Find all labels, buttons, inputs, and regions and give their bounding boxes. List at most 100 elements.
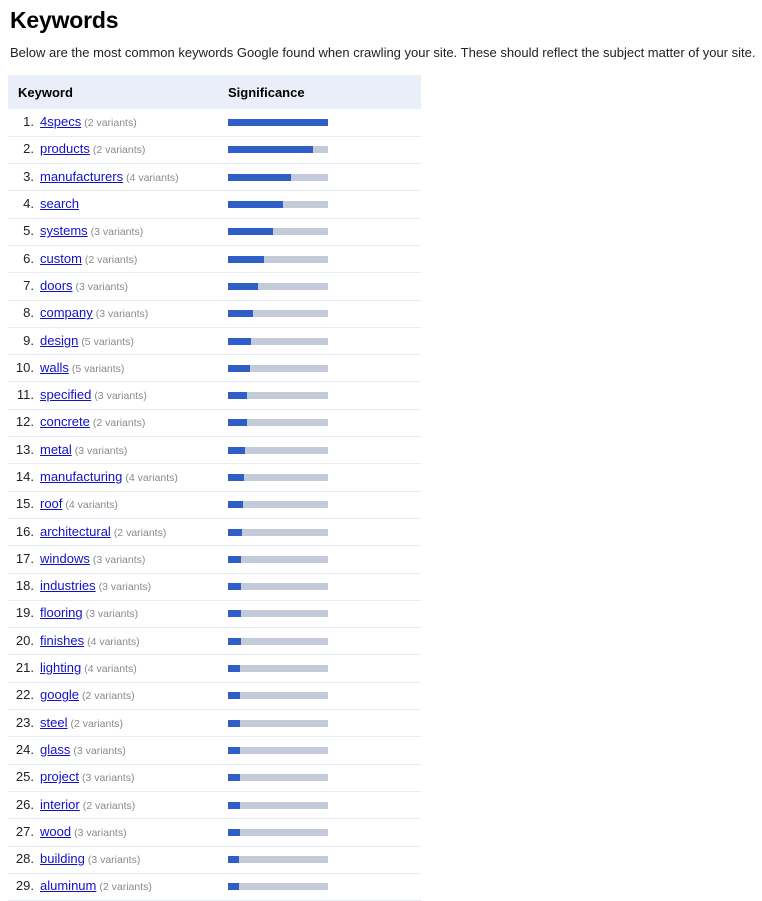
keyword-link[interactable]: windows xyxy=(40,551,90,566)
row-rank: 6. xyxy=(23,250,34,266)
significance-bar-fill xyxy=(228,746,240,754)
keyword-link[interactable]: roof xyxy=(40,496,62,511)
significance-bar-fill xyxy=(228,610,241,618)
significance-bar-track xyxy=(228,719,328,727)
keyword-cell: 24. glass (3 variants) xyxy=(8,737,218,764)
keyword-cell: 8. company (3 variants) xyxy=(8,300,218,327)
significance-bar-fill xyxy=(228,201,283,209)
page-title: Keywords xyxy=(10,7,119,33)
keyword-link[interactable]: lighting xyxy=(40,660,81,675)
significance-bar-fill xyxy=(228,774,240,782)
keyword-link[interactable]: specified xyxy=(40,387,91,402)
significance-cell xyxy=(218,218,421,245)
keyword-variants-count: (3 variants) xyxy=(74,826,127,839)
significance-bar-fill xyxy=(228,228,273,236)
table-row: 21. lighting (4 variants) xyxy=(8,655,421,683)
significance-cell xyxy=(218,737,421,764)
table-row: 14. manufacturing (4 variants) xyxy=(8,464,421,492)
table-row: 9. design (5 variants) xyxy=(8,327,421,355)
row-rank: 7. xyxy=(23,277,34,293)
keyword-variants-count: (3 variants) xyxy=(74,444,128,457)
table-body: 1. 4specs (2 variants) 2. products (2 varia… xyxy=(8,109,421,901)
keyword-link[interactable]: search xyxy=(40,196,79,211)
table-row: 11. specified (3 variants) xyxy=(8,382,421,410)
significance-cell xyxy=(218,300,421,327)
keyword-link[interactable]: flooring xyxy=(40,605,83,620)
keyword-cell: 9. design (5 variants) xyxy=(8,327,218,354)
table-row: 4. search xyxy=(8,191,421,219)
keyword-link[interactable]: aluminum xyxy=(40,878,96,893)
keyword-link[interactable]: metal xyxy=(40,442,72,457)
significance-bar-fill xyxy=(228,883,239,891)
row-rank: 11. xyxy=(16,387,34,403)
row-rank: 3. xyxy=(23,168,34,184)
row-rank: 13. xyxy=(15,441,34,457)
keyword-variants-count: (4 variants) xyxy=(87,635,140,648)
keyword-link[interactable]: 4specs xyxy=(40,114,81,129)
keyword-link[interactable]: company xyxy=(40,305,93,320)
keyword-link[interactable]: google xyxy=(40,687,79,702)
significance-bar-track xyxy=(228,146,328,154)
significance-cell xyxy=(218,245,421,272)
significance-bar-track xyxy=(228,446,328,454)
keyword-link[interactable]: walls xyxy=(40,360,69,375)
significance-bar-track xyxy=(228,255,328,263)
keyword-link[interactable]: systems xyxy=(40,223,88,238)
significance-cell xyxy=(218,491,421,518)
significance-bar-fill xyxy=(228,255,264,263)
significance-bar-track xyxy=(228,883,328,891)
keyword-link[interactable]: wood xyxy=(40,824,71,839)
keyword-cell: 11. specified (3 variants) xyxy=(8,382,218,409)
significance-bar-track xyxy=(228,201,328,209)
keyword-link[interactable]: finishes xyxy=(40,633,84,648)
keyword-link[interactable]: custom xyxy=(40,251,82,266)
keyword-link[interactable]: architectural xyxy=(40,524,111,539)
table-header: Keyword Significance xyxy=(8,75,421,109)
table-row: 24. glass (3 variants) xyxy=(8,737,421,765)
significance-bar-fill xyxy=(228,637,241,645)
row-rank: 4. xyxy=(23,196,34,212)
column-header-significance: Significance xyxy=(218,75,421,109)
significance-bar-track xyxy=(228,746,328,754)
keyword-variants-count: (3 variants) xyxy=(94,390,147,403)
significance-cell xyxy=(218,764,421,791)
keyword-link[interactable]: products xyxy=(40,141,90,156)
keyword-variants-count: (3 variants) xyxy=(85,608,139,621)
significance-bar-fill xyxy=(228,282,258,290)
keyword-link[interactable]: concrete xyxy=(40,414,90,429)
keyword-variants-count: (2 variants) xyxy=(92,417,146,430)
table-row: 16. architectural (2 variants) xyxy=(8,518,421,546)
keyword-cell: 5. systems (3 variants) xyxy=(8,218,218,245)
table-row: 19. flooring (3 variants) xyxy=(8,600,421,628)
keyword-link[interactable]: design xyxy=(40,333,78,348)
table-row: 18. industries (3 variants) xyxy=(8,573,421,601)
significance-bar-fill xyxy=(228,392,247,400)
significance-cell xyxy=(218,846,421,873)
page-description: Below are the most common keywords Googl… xyxy=(10,45,756,60)
keyword-link[interactable]: glass xyxy=(40,742,70,757)
keyword-link[interactable]: manufacturers xyxy=(40,169,123,184)
significance-bar-fill xyxy=(228,692,240,700)
significance-cell xyxy=(218,819,421,846)
table-row: 28. building (3 variants) xyxy=(8,846,421,874)
keyword-link[interactable]: steel xyxy=(40,715,67,730)
keyword-link[interactable]: interior xyxy=(40,797,80,812)
keyword-link[interactable]: project xyxy=(40,769,79,784)
significance-bar-fill xyxy=(228,310,253,318)
significance-cell xyxy=(218,600,421,627)
table-row: 26. interior (2 variants) xyxy=(8,791,421,819)
table-row: 3. manufacturers (4 variants) xyxy=(8,164,421,191)
table-row: 29. aluminum (2 variants) xyxy=(8,873,421,901)
table-row: 22. google (2 variants) xyxy=(8,682,421,710)
keyword-link[interactable]: manufacturing xyxy=(40,469,122,484)
table-header-row: Keyword Significance xyxy=(8,75,421,109)
table-row: 25. project (3 variants) xyxy=(8,764,421,792)
keyword-link[interactable]: doors xyxy=(40,278,73,293)
significance-bar-track xyxy=(228,173,328,181)
keyword-link[interactable]: industries xyxy=(40,578,96,593)
row-rank: 28. xyxy=(15,851,34,867)
keyword-variants-count: (3 variants) xyxy=(95,308,149,321)
keyword-link[interactable]: building xyxy=(40,851,85,866)
keyword-cell: 1. 4specs (2 variants) xyxy=(8,109,218,136)
keyword-variants-count: (3 variants) xyxy=(75,280,129,293)
